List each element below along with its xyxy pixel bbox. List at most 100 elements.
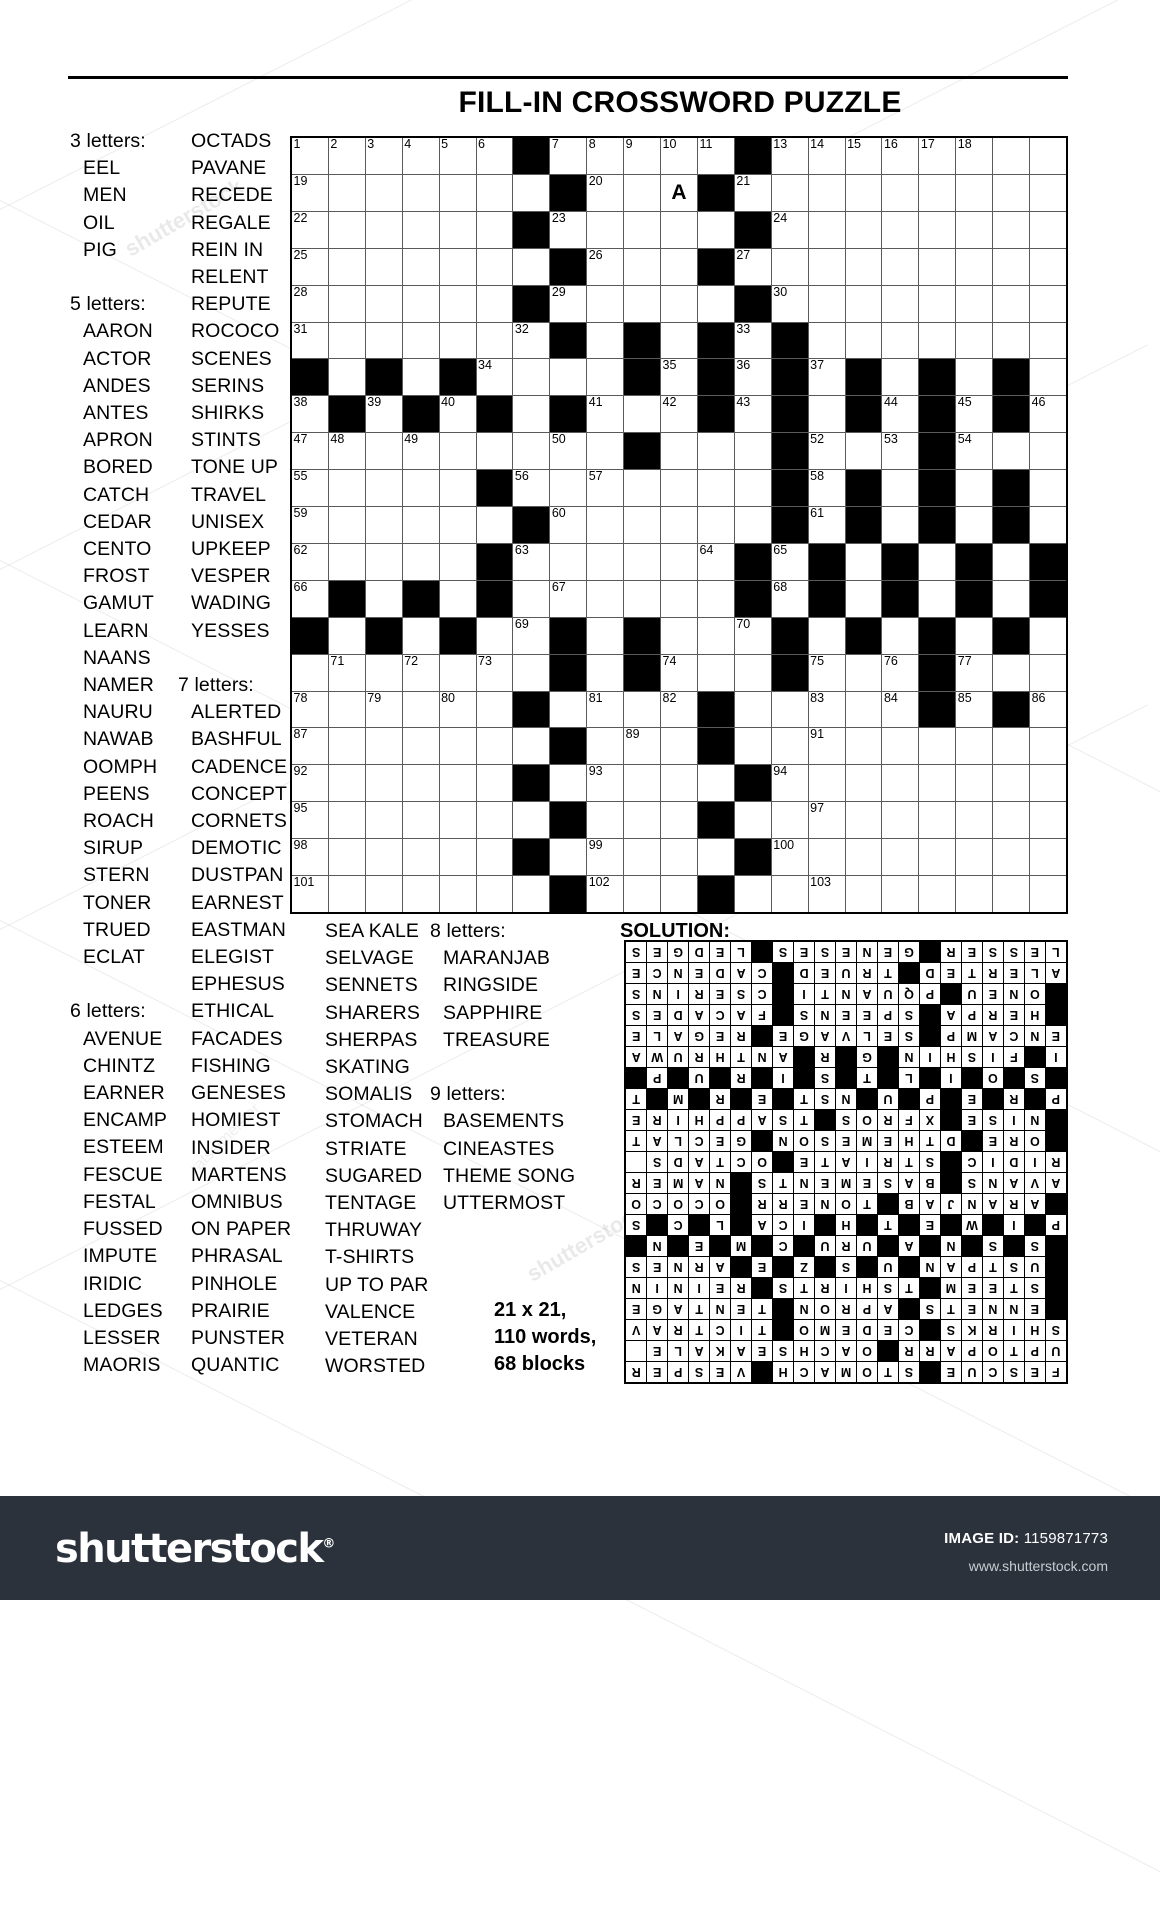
- grid-cell[interactable]: [993, 839, 1030, 876]
- grid-cell[interactable]: [993, 174, 1030, 211]
- grid-cell[interactable]: [439, 802, 476, 839]
- grid-cell[interactable]: [993, 876, 1030, 912]
- grid-cell[interactable]: [919, 876, 956, 912]
- grid-cell[interactable]: [513, 876, 550, 912]
- grid-cell[interactable]: [845, 322, 882, 359]
- grid-cell[interactable]: [365, 765, 402, 802]
- grid-cell[interactable]: [402, 839, 439, 876]
- grid-cell[interactable]: [1030, 322, 1066, 359]
- grid-cell[interactable]: [624, 248, 661, 285]
- crossword-grid[interactable]: 1 2 3 4 5 6 7 8 9 10 11 13 14 15 16 17 18 19 20 A 21 22 23 24 25…: [290, 136, 1068, 914]
- grid-cell[interactable]: [624, 507, 661, 543]
- grid-cell[interactable]: [439, 876, 476, 912]
- grid-cell[interactable]: 38: [292, 396, 328, 433]
- grid-cell[interactable]: [587, 211, 624, 248]
- grid-cell[interactable]: 76: [882, 654, 919, 691]
- grid-cell[interactable]: [624, 765, 661, 802]
- grid-cell[interactable]: [956, 174, 993, 211]
- grid-cell[interactable]: [513, 174, 550, 211]
- grid-cell[interactable]: [808, 174, 845, 211]
- grid-cell[interactable]: 47: [292, 433, 328, 470]
- grid-cell[interactable]: [697, 507, 734, 543]
- grid-cell[interactable]: 20: [587, 174, 624, 211]
- grid-cell[interactable]: [734, 728, 771, 765]
- grid-cell[interactable]: [993, 802, 1030, 839]
- grid-cell[interactable]: [993, 580, 1030, 617]
- grid-cell[interactable]: 3: [365, 138, 402, 174]
- grid-cell[interactable]: [624, 470, 661, 507]
- grid-cell[interactable]: [1030, 470, 1066, 507]
- grid-cell[interactable]: 42: [661, 396, 697, 433]
- grid-cell[interactable]: [734, 470, 771, 507]
- grid-cell[interactable]: 93: [587, 765, 624, 802]
- grid-cell[interactable]: 66: [292, 580, 328, 617]
- grid-cell[interactable]: [1030, 654, 1066, 691]
- grid-cell[interactable]: [845, 248, 882, 285]
- grid-cell[interactable]: [476, 691, 513, 728]
- grid-cell[interactable]: [919, 322, 956, 359]
- grid-cell[interactable]: [513, 580, 550, 617]
- grid-cell[interactable]: [697, 765, 734, 802]
- grid-cell[interactable]: [919, 728, 956, 765]
- grid-cell[interactable]: [1030, 359, 1066, 396]
- grid-cell[interactable]: [1030, 285, 1066, 322]
- grid-cell[interactable]: [993, 433, 1030, 470]
- grid-cell[interactable]: [402, 507, 439, 543]
- grid-cell[interactable]: [476, 617, 513, 654]
- grid-cell[interactable]: 18: [956, 138, 993, 174]
- grid-cell[interactable]: 53: [882, 433, 919, 470]
- grid-cell[interactable]: 94: [771, 765, 808, 802]
- grid-cell[interactable]: [882, 359, 919, 396]
- grid-cell[interactable]: 78: [292, 691, 328, 728]
- grid-cell[interactable]: [328, 839, 365, 876]
- grid-cell[interactable]: 52: [808, 433, 845, 470]
- grid-cell[interactable]: [661, 211, 697, 248]
- grid-cell[interactable]: [402, 691, 439, 728]
- grid-cell[interactable]: [476, 285, 513, 322]
- grid-cell[interactable]: 33: [734, 322, 771, 359]
- grid-cell[interactable]: 7: [550, 138, 587, 174]
- grid-cell[interactable]: [439, 285, 476, 322]
- grid-cell[interactable]: [734, 507, 771, 543]
- grid-cell[interactable]: [882, 765, 919, 802]
- grid-cell[interactable]: [808, 765, 845, 802]
- grid-cell[interactable]: [587, 580, 624, 617]
- grid-cell[interactable]: [882, 802, 919, 839]
- grid-cell[interactable]: [1030, 248, 1066, 285]
- grid-cell[interactable]: 1: [292, 138, 328, 174]
- grid-cell[interactable]: [365, 248, 402, 285]
- grid-cell[interactable]: 39: [365, 396, 402, 433]
- grid-cell[interactable]: [845, 728, 882, 765]
- grid-cell[interactable]: [882, 470, 919, 507]
- grid-cell[interactable]: 70: [734, 617, 771, 654]
- grid-cell[interactable]: [365, 728, 402, 765]
- grid-cell[interactable]: [328, 322, 365, 359]
- grid-cell[interactable]: [919, 543, 956, 580]
- grid-cell[interactable]: 75: [808, 654, 845, 691]
- grid-cell[interactable]: [956, 839, 993, 876]
- grid-cell[interactable]: 77: [956, 654, 993, 691]
- grid-cell[interactable]: 14: [808, 138, 845, 174]
- grid-cell[interactable]: [513, 802, 550, 839]
- grid-cell[interactable]: [993, 138, 1030, 174]
- grid-cell[interactable]: [734, 691, 771, 728]
- grid-cell[interactable]: 57: [587, 470, 624, 507]
- grid-cell[interactable]: 28: [292, 285, 328, 322]
- grid-cell[interactable]: [919, 802, 956, 839]
- grid-cell[interactable]: [513, 248, 550, 285]
- grid-cell[interactable]: [328, 285, 365, 322]
- grid-cell[interactable]: 87: [292, 728, 328, 765]
- grid-cell[interactable]: [956, 802, 993, 839]
- grid-cell[interactable]: [439, 507, 476, 543]
- grid-cell[interactable]: [919, 765, 956, 802]
- grid-cell[interactable]: [550, 691, 587, 728]
- grid-cell[interactable]: [365, 839, 402, 876]
- grid-cell[interactable]: [587, 359, 624, 396]
- grid-cell[interactable]: 27: [734, 248, 771, 285]
- grid-cell[interactable]: 19: [292, 174, 328, 211]
- grid-cell[interactable]: [550, 765, 587, 802]
- grid-cell[interactable]: 89: [624, 728, 661, 765]
- grid-cell[interactable]: [956, 765, 993, 802]
- grid-cell[interactable]: [919, 839, 956, 876]
- grid-cell[interactable]: [956, 876, 993, 912]
